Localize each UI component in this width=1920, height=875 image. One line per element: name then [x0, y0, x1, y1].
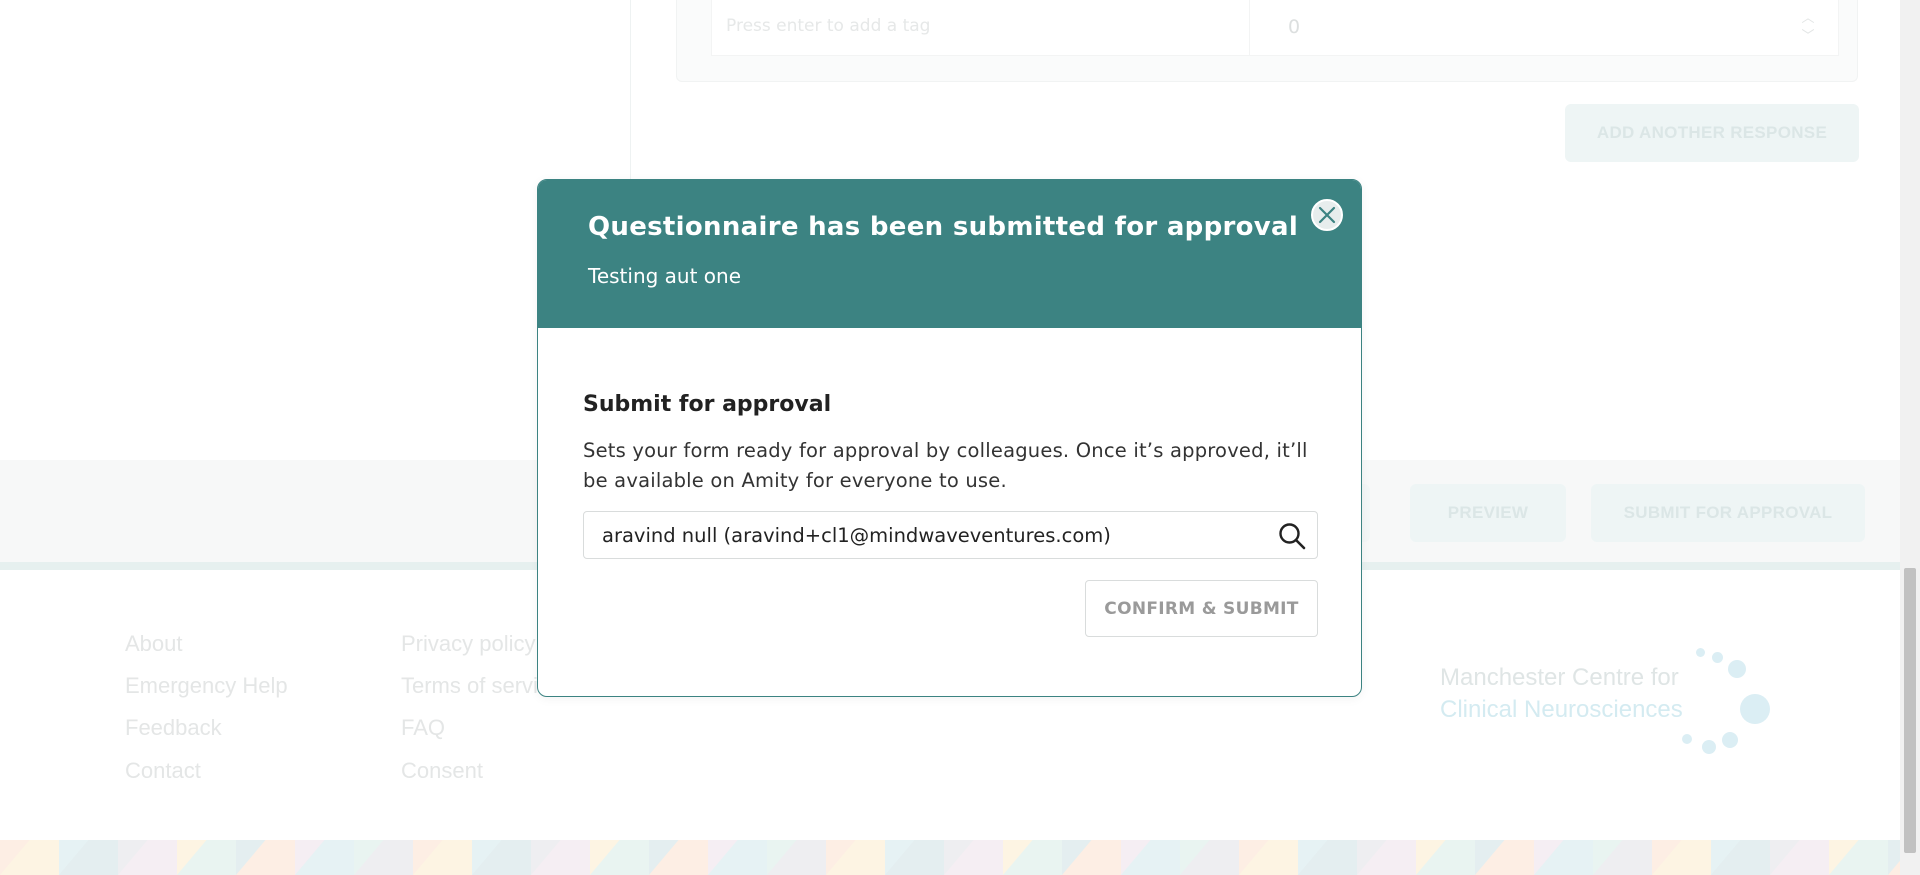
scrollbar[interactable] [1900, 0, 1920, 875]
modal-title: Questionnaire has been submitted for app… [588, 212, 1299, 242]
close-icon[interactable] [1318, 206, 1336, 224]
search-icon[interactable] [1277, 521, 1307, 551]
confirm-submit-button[interactable]: CONFIRM & SUBMIT [1085, 580, 1318, 637]
section-description: Sets your form ready for approval by col… [583, 439, 1308, 492]
submission-modal: Questionnaire has been submitted for app… [537, 179, 1362, 697]
scrollbar-thumb[interactable] [1904, 568, 1916, 853]
modal-header: Questionnaire has been submitted for app… [538, 180, 1361, 328]
modal-subtitle: Testing aut one [588, 264, 742, 288]
page: Press enter to add a tag 0 ︿ ﹀ ADD ANOTH… [0, 0, 1920, 875]
close-button[interactable] [1311, 199, 1343, 231]
approver-search-input[interactable]: aravind null (aravind+cl1@mindwaveventur… [583, 511, 1318, 559]
section-heading: Submit for approval [583, 392, 832, 417]
approver-value: aravind null (aravind+cl1@mindwaveventur… [602, 524, 1111, 547]
